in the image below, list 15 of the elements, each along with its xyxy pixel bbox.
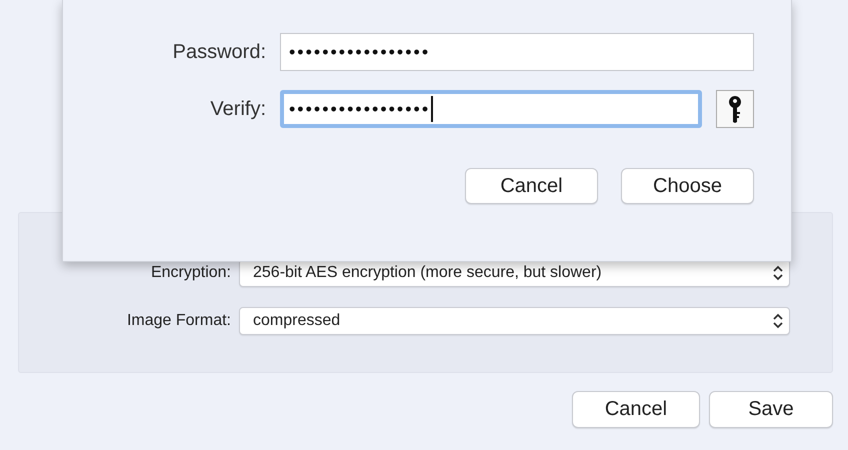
password-field[interactable]: ••••••••••••••••• (280, 33, 754, 71)
cancel-button[interactable]: Cancel (465, 168, 598, 204)
cancel-button[interactable]: Cancel (572, 391, 700, 428)
key-icon (728, 95, 742, 123)
field-label: Encryption: (150, 264, 232, 282)
field-label: Image Format: (126, 312, 232, 330)
field-label: Verify: (209, 98, 267, 120)
save-button[interactable]: Save (709, 391, 833, 428)
password-field[interactable]: ••••••••••••••••• (280, 90, 702, 128)
popup-menu[interactable]: compressed (239, 307, 790, 335)
password-assistant-button[interactable] (716, 90, 754, 128)
choose-button[interactable]: Choose (621, 168, 754, 204)
chevron-updown-icon (773, 265, 783, 281)
field-label: Password: (172, 40, 267, 64)
chevron-updown-icon (773, 313, 783, 329)
